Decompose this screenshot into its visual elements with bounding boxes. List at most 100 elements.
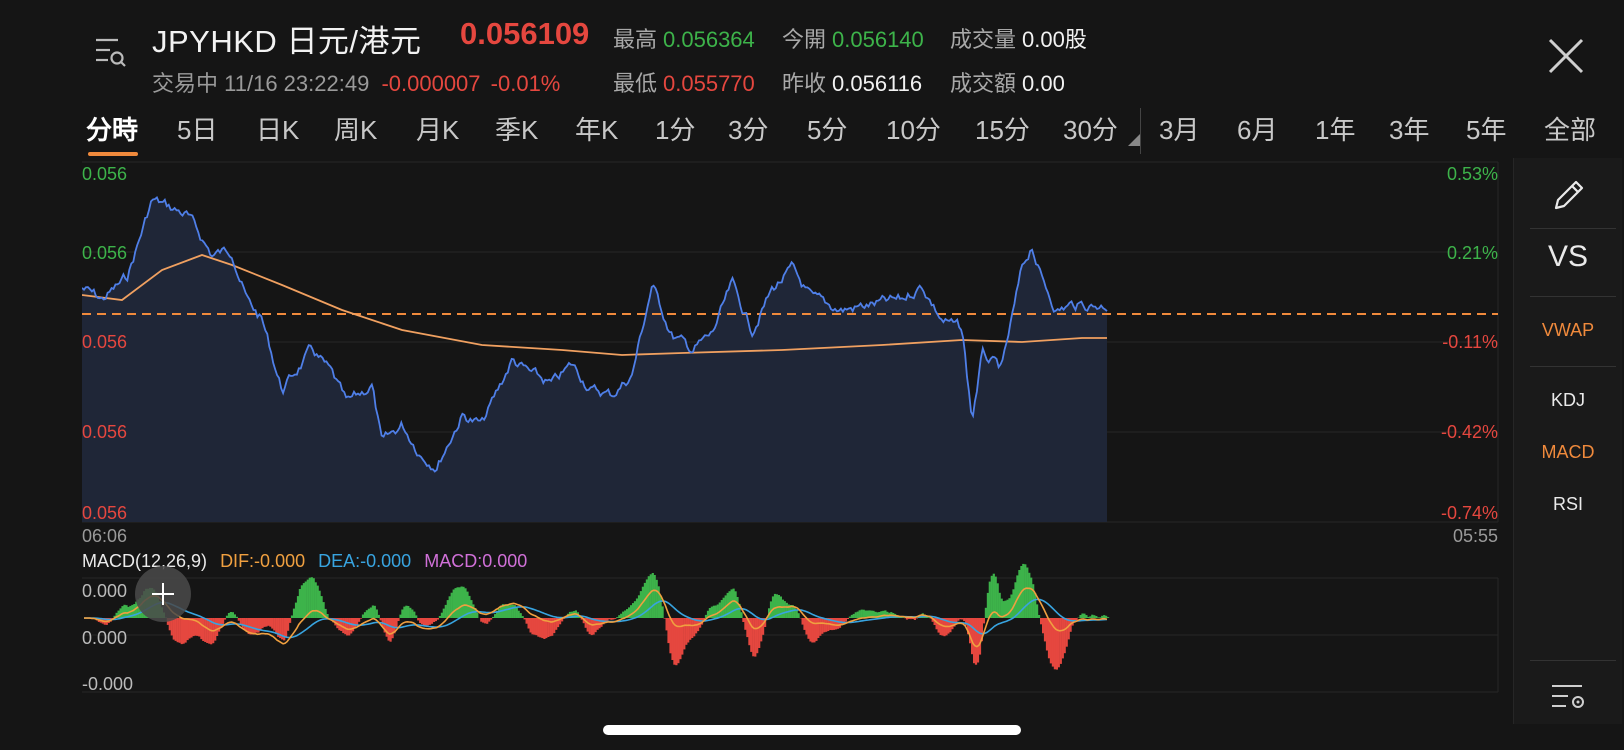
indicator-settings-icon[interactable] bbox=[1514, 680, 1622, 712]
tab-weekly-k[interactable]: 周K bbox=[334, 110, 377, 147]
change-value: -0.000007 bbox=[381, 71, 481, 96]
macd-bar bbox=[470, 600, 473, 618]
macd-bar bbox=[1093, 615, 1096, 618]
crosshair-button[interactable] bbox=[135, 566, 191, 622]
macd-bar bbox=[730, 589, 733, 618]
macd-bar bbox=[511, 604, 514, 618]
macd-bar bbox=[178, 618, 181, 643]
macd-bar bbox=[909, 618, 913, 620]
macd-bar bbox=[119, 608, 122, 618]
macd-bar bbox=[1028, 572, 1031, 618]
tab-30min[interactable]: 30分 bbox=[1063, 110, 1118, 147]
macd-bar bbox=[742, 618, 745, 622]
tab-3year[interactable]: 3年 bbox=[1389, 110, 1429, 147]
compare-vs-button[interactable]: VS bbox=[1514, 240, 1622, 274]
macd-bar bbox=[974, 618, 978, 665]
tab-15min[interactable]: 15分 bbox=[975, 110, 1030, 147]
right-axis-label-2: 0.21% bbox=[1447, 243, 1498, 263]
macd-bar bbox=[951, 618, 954, 630]
macd-bar bbox=[421, 618, 424, 625]
macd-bar bbox=[527, 618, 530, 629]
macd-toggle[interactable]: MACD bbox=[1514, 442, 1622, 463]
turnover-label: 成交額 bbox=[950, 71, 1017, 96]
macd-bar bbox=[172, 618, 175, 640]
tab-intraday[interactable]: 分時 bbox=[86, 110, 138, 147]
macd-bar bbox=[734, 591, 737, 618]
macd-bar bbox=[683, 618, 686, 650]
macd-bar bbox=[927, 617, 930, 618]
macd-bar bbox=[1087, 616, 1090, 618]
macd-bar bbox=[616, 617, 619, 618]
tab-5year[interactable]: 5年 bbox=[1466, 110, 1506, 147]
macd-bar bbox=[539, 618, 542, 638]
macd-bar bbox=[436, 618, 439, 620]
tab-daily-k[interactable]: 日K bbox=[256, 110, 299, 147]
macd-bar bbox=[533, 618, 536, 635]
tab-monthly-k[interactable]: 月K bbox=[416, 110, 459, 147]
macd-bar bbox=[801, 618, 804, 625]
search-menu-icon[interactable] bbox=[92, 34, 128, 70]
right-axis-label-3: -0.11% bbox=[1442, 332, 1498, 352]
tab-all[interactable]: 全部 bbox=[1544, 110, 1596, 147]
macd-bar bbox=[509, 604, 512, 618]
macd-bar bbox=[233, 614, 236, 618]
macd-bar bbox=[1055, 618, 1058, 670]
macd-axis-mid: 0.000 bbox=[82, 628, 127, 648]
macd-bar bbox=[854, 612, 857, 618]
macd-bar bbox=[691, 618, 694, 638]
tab-yearly-k[interactable]: 年K bbox=[575, 110, 618, 147]
active-tab-indicator bbox=[88, 152, 138, 156]
macd-bar bbox=[458, 587, 461, 618]
macd-bar bbox=[681, 618, 684, 655]
macd-bar bbox=[905, 618, 909, 620]
macd-bar bbox=[998, 592, 1001, 618]
macd-bar bbox=[610, 618, 613, 620]
macd-bar bbox=[1042, 618, 1045, 634]
macd-bar bbox=[535, 618, 538, 636]
intraday-chart[interactable]: 0.056 0.056 0.056 0.056 0.056 0.53% 0.21… bbox=[82, 160, 1502, 700]
prev-close-label: 昨收 bbox=[782, 71, 827, 96]
macd-bar bbox=[494, 614, 497, 618]
tab-6month[interactable]: 6月 bbox=[1237, 110, 1277, 147]
macd-legend: MACD(12,26,9) DIF:-0.000 DEA:-0.000 MACD… bbox=[82, 551, 527, 571]
macd-bar bbox=[661, 606, 664, 618]
macd-bar bbox=[371, 605, 374, 618]
time-end-label: 05:55 bbox=[1453, 526, 1498, 546]
prev-close-stat: 昨收 0.056116 bbox=[782, 66, 922, 98]
macd-bar bbox=[864, 610, 867, 618]
vwap-toggle[interactable]: VWAP bbox=[1514, 320, 1622, 341]
macd-bar bbox=[612, 618, 615, 620]
rsi-toggle[interactable]: RSI bbox=[1514, 494, 1622, 515]
macd-bar bbox=[1024, 564, 1027, 618]
tab-5day[interactable]: 5日 bbox=[177, 110, 217, 147]
macd-bar bbox=[285, 618, 288, 637]
macd-bar bbox=[267, 618, 270, 626]
close-icon[interactable] bbox=[1546, 36, 1586, 76]
macd-bar bbox=[275, 618, 278, 634]
tab-10min[interactable]: 10分 bbox=[886, 110, 941, 147]
macd-bar bbox=[1000, 598, 1003, 618]
tab-quarterly-k[interactable]: 季K bbox=[495, 110, 538, 147]
macd-bar bbox=[438, 616, 441, 618]
macd-bar bbox=[176, 618, 179, 643]
macd-bar bbox=[251, 618, 254, 635]
tab-3min[interactable]: 3分 bbox=[728, 110, 768, 147]
pencil-icon[interactable] bbox=[1514, 176, 1622, 212]
tab-1year[interactable]: 1年 bbox=[1315, 110, 1355, 147]
macd-bar bbox=[551, 618, 554, 636]
macd-bar bbox=[647, 576, 650, 618]
macd-bar bbox=[1103, 615, 1106, 618]
macd-bar bbox=[740, 612, 743, 618]
tab-3month[interactable]: 3月 bbox=[1159, 110, 1199, 147]
macd-bar bbox=[1091, 614, 1094, 618]
macd-bar bbox=[880, 611, 883, 618]
macd-bar bbox=[350, 618, 353, 634]
kdj-toggle[interactable]: KDJ bbox=[1514, 390, 1622, 411]
tab-1min[interactable]: 1分 bbox=[655, 110, 695, 147]
macd-bar bbox=[1075, 618, 1078, 620]
macd-bar bbox=[815, 618, 818, 641]
tab-5min[interactable]: 5分 bbox=[807, 110, 847, 147]
macd-bar bbox=[665, 618, 668, 631]
macd-bar bbox=[259, 618, 262, 631]
macd-bar bbox=[423, 618, 426, 626]
